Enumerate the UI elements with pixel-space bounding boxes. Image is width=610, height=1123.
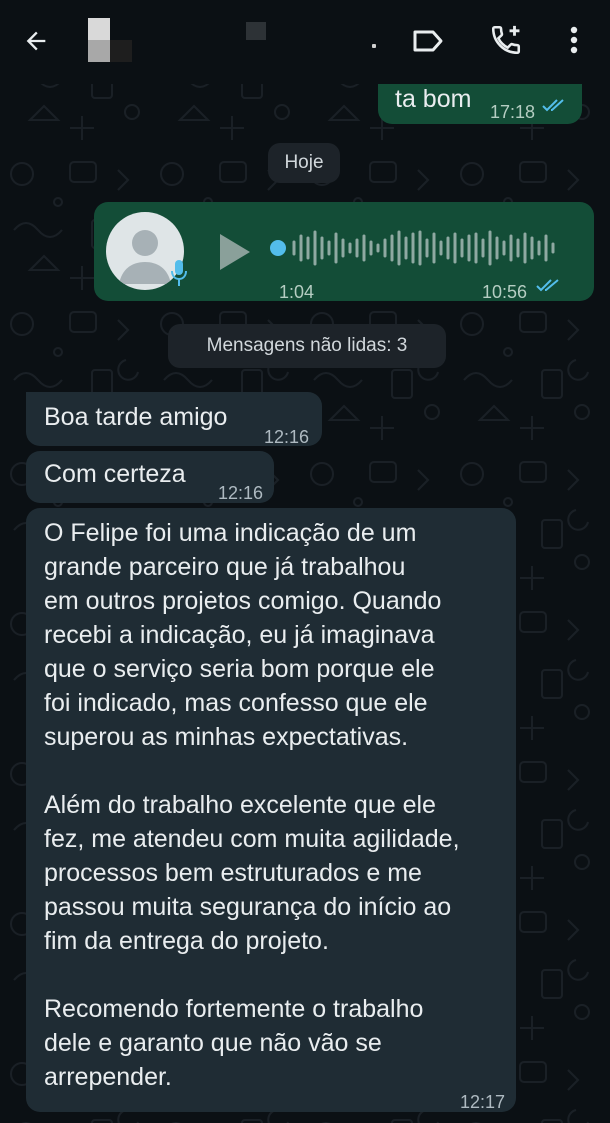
message-time: 17:18 xyxy=(490,102,536,122)
label-tag-icon xyxy=(413,30,443,52)
chat-header xyxy=(0,0,610,84)
message-text: ta bom xyxy=(395,85,472,113)
read-ticks-icon xyxy=(536,279,559,292)
message-time: 12:16 xyxy=(218,483,264,503)
play-icon[interactable] xyxy=(218,232,252,272)
incoming-message[interactable]: O Felipe foi uma indicação de um grande … xyxy=(26,508,516,1112)
message-text: Boa tarde amigo xyxy=(44,403,228,431)
back-button[interactable] xyxy=(14,22,58,60)
read-ticks-icon xyxy=(542,99,564,112)
date-separator: Hoje xyxy=(268,143,340,183)
voice-duration: 1:04 xyxy=(279,282,315,302)
arrow-left-icon xyxy=(26,31,46,51)
message-text: O Felipe foi uma indicação de um grande … xyxy=(44,519,460,1091)
voice-message[interactable]: 1:04 10:56 xyxy=(94,202,594,302)
add-call-button[interactable] xyxy=(484,20,528,60)
contact-avatar[interactable] xyxy=(88,18,136,64)
message-time: 10:56 xyxy=(482,282,528,302)
label-button[interactable] xyxy=(406,22,450,60)
message-time: 12:16 xyxy=(264,427,310,447)
message-text: Com certeza xyxy=(44,460,186,488)
more-options-button[interactable] xyxy=(554,20,594,60)
incoming-message[interactable]: Com certeza 12:16 xyxy=(26,451,274,503)
message-time: 12:17 xyxy=(460,1092,506,1112)
date-separator-label: Hoje xyxy=(284,152,324,173)
contact-status-redacted xyxy=(372,44,376,48)
add-call-icon xyxy=(491,25,521,55)
more-vertical-icon xyxy=(570,26,578,54)
unread-messages-banner: Mensagens não lidas: 3 xyxy=(168,324,446,368)
contact-name-redacted[interactable] xyxy=(246,22,266,40)
audio-waveform[interactable] xyxy=(270,228,562,268)
incoming-message[interactable]: Boa tarde amigo 12:16 xyxy=(26,392,322,447)
microphone-icon xyxy=(171,260,187,286)
unread-messages-label: Mensagens não lidas: 3 xyxy=(206,335,408,356)
